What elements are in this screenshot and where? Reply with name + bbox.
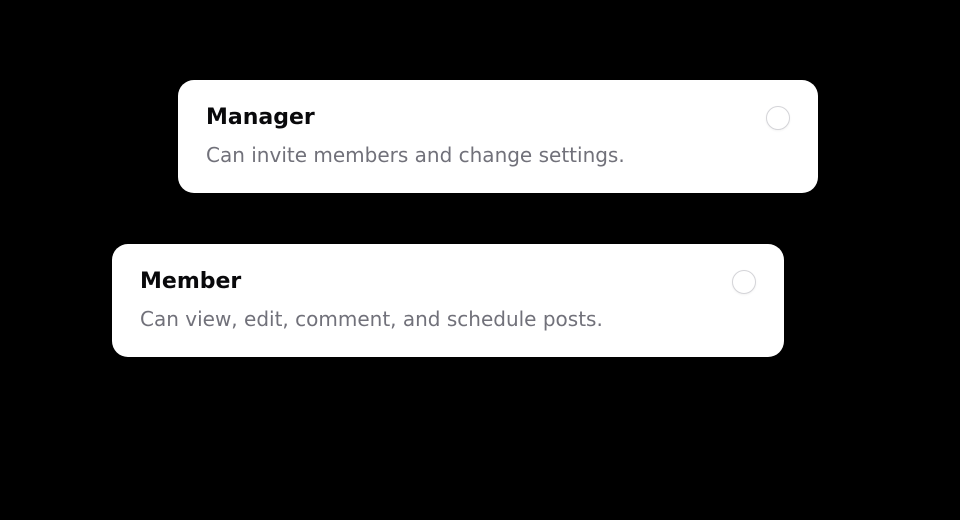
radio-member[interactable] (732, 270, 756, 294)
role-description: Can view, edit, comment, and schedule po… (140, 305, 732, 333)
role-title: Manager (206, 104, 766, 133)
role-title: Member (140, 268, 732, 297)
radio-manager[interactable] (766, 106, 790, 130)
role-description: Can invite members and change settings. (206, 141, 766, 169)
role-option-text: Member Can view, edit, comment, and sche… (140, 268, 732, 333)
role-option-text: Manager Can invite members and change se… (206, 104, 766, 169)
role-option-member[interactable]: Member Can view, edit, comment, and sche… (112, 244, 784, 357)
role-option-manager[interactable]: Manager Can invite members and change se… (178, 80, 818, 193)
